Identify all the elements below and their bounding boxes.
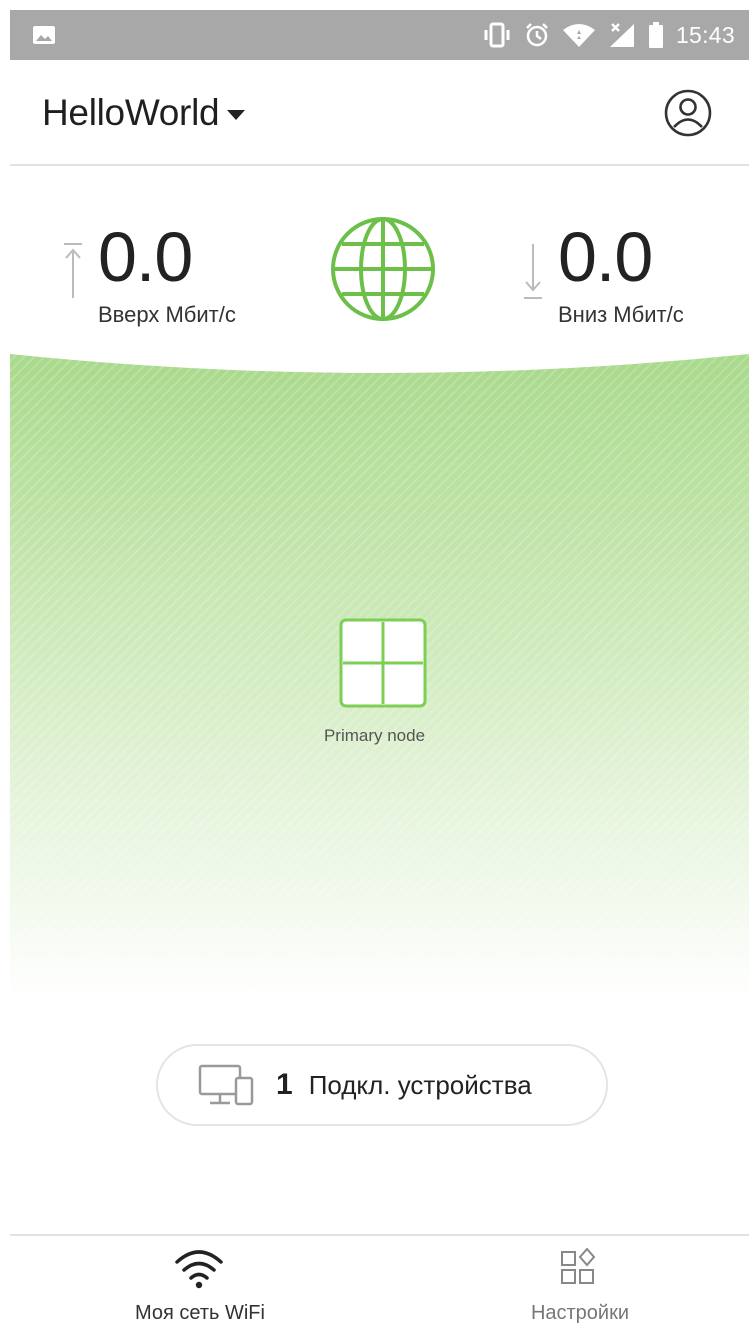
nav-settings[interactable]: Настройки [430, 1236, 730, 1334]
nav-my-wifi[interactable]: Моя сеть WiFi [50, 1236, 350, 1334]
status-time: 15:43 [675, 21, 735, 48]
area-curve [10, 348, 749, 373]
devices-count: 1 [276, 1068, 293, 1101]
signal-icon [609, 23, 634, 47]
settings-grid-icon [561, 1248, 596, 1284]
wifi-icon [175, 1250, 223, 1289]
nav-settings-label: Настройки [530, 1302, 630, 1324]
network-name: HelloWorld [42, 92, 220, 133]
upload-speed-value: 0.0 [98, 218, 193, 296]
globe-icon [331, 217, 435, 321]
devices-label: Подкл. устройства [308, 1069, 532, 1100]
connected-devices-button[interactable]: 1 Подкл. устройства [156, 1044, 608, 1126]
download-speed-label: Вниз Мбит/с [558, 302, 684, 327]
download-speed-value: 0.0 [558, 218, 653, 296]
gallery-icon [33, 26, 55, 44]
nav-my-wifi-label: Моя сеть WiFi [135, 1302, 265, 1324]
app-header: HelloWorld [10, 60, 749, 166]
chevron-down-icon [227, 110, 246, 120]
primary-node-icon[interactable] [327, 618, 429, 710]
devices-icon [198, 1064, 254, 1106]
wifi-icon [562, 24, 595, 47]
bottom-nav: Моя сеть WiFi Настройки [10, 1234, 749, 1334]
upload-speed: 0.0 Вверх Мбит/с [62, 218, 236, 327]
arrow-up-icon [64, 243, 82, 298]
account-icon[interactable] [663, 88, 713, 138]
download-speed: 0.0 Вниз Мбит/с [522, 218, 684, 327]
vibrate-icon [484, 22, 510, 48]
alarm-icon [526, 23, 548, 47]
upload-speed-label: Вверх Мбит/с [98, 302, 236, 327]
arrow-down-icon [524, 244, 542, 299]
primary-node-label: Primary node [323, 726, 426, 745]
battery-icon [648, 22, 663, 48]
status-bar: 15:43 [10, 10, 749, 60]
network-selector[interactable]: HelloWorld [42, 92, 246, 134]
